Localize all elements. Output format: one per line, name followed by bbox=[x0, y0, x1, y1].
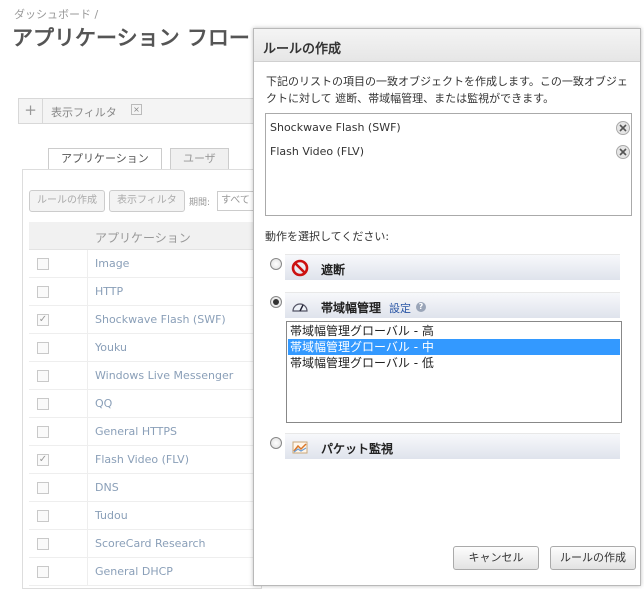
application-name[interactable]: General HTTPS bbox=[95, 425, 177, 438]
bandwidth-option[interactable]: 帯域幅管理 設定 ? bbox=[285, 292, 620, 318]
application-name[interactable]: Flash Video (FLV) bbox=[95, 453, 189, 466]
help-icon[interactable]: ? bbox=[416, 302, 426, 312]
action-prompt: 動作を選択してください: bbox=[265, 230, 390, 243]
period-label: 期間: bbox=[189, 198, 211, 208]
bandwidth-object-listbox[interactable]: 帯域幅管理グローバル - 高 帯域幅管理グローバル - 中 帯域幅管理グローバル… bbox=[286, 321, 622, 423]
table-row[interactable]: ✓ Shockwave Flash (SWF) bbox=[29, 306, 263, 334]
bandwidth-option-low[interactable]: 帯域幅管理グローバル - 低 bbox=[288, 355, 620, 371]
block-icon bbox=[291, 259, 309, 277]
create-rule-button[interactable]: ルールの作成 bbox=[550, 546, 636, 570]
application-name[interactable]: Tudou bbox=[95, 509, 128, 522]
column-divider bbox=[87, 446, 88, 473]
row-checkbox[interactable] bbox=[37, 286, 49, 298]
match-object-item: Flash Video (FLV) bbox=[270, 145, 364, 158]
column-divider bbox=[87, 474, 88, 501]
column-divider bbox=[87, 306, 88, 333]
show-filter-button[interactable]: 表示フィルタ bbox=[109, 190, 185, 212]
row-checkbox[interactable] bbox=[37, 538, 49, 550]
row-checkbox[interactable] bbox=[37, 342, 49, 354]
column-divider bbox=[87, 362, 88, 389]
create-rule-button-bg[interactable]: ルールの作成 bbox=[29, 190, 105, 212]
gauge-icon bbox=[292, 303, 308, 312]
row-checkbox[interactable] bbox=[37, 510, 49, 522]
create-rule-dialog: ルールの作成 下記のリストの項目の一致オブジェクトを作成します。この一致オブジェ… bbox=[253, 28, 641, 586]
clear-filter-icon[interactable]: × bbox=[131, 104, 142, 115]
column-divider bbox=[87, 418, 88, 445]
dialog-description: 下記のリストの項目の一致オブジェクトを作成します。この一致オブジェクトに対して … bbox=[266, 75, 628, 105]
table-row[interactable]: Windows Live Messenger bbox=[29, 362, 263, 390]
row-checkbox[interactable]: ✓ bbox=[37, 314, 49, 326]
bandwidth-option-medium[interactable]: 帯域幅管理グローバル - 中 bbox=[288, 339, 620, 355]
column-divider bbox=[87, 278, 88, 305]
table-row[interactable]: HTTP bbox=[29, 278, 263, 306]
column-divider bbox=[87, 250, 88, 277]
application-name[interactable]: Image bbox=[95, 257, 129, 270]
bandwidth-radio[interactable] bbox=[270, 296, 282, 308]
monitor-radio[interactable] bbox=[270, 437, 282, 449]
tab-applications[interactable]: アプリケーション bbox=[48, 148, 162, 171]
remove-icon[interactable] bbox=[616, 121, 630, 135]
filter-label: 表示フィルタ bbox=[51, 106, 117, 119]
table-row[interactable]: ✓ Flash Video (FLV) bbox=[29, 446, 263, 474]
table-row[interactable]: General HTTPS bbox=[29, 418, 263, 446]
dialog-header[interactable]: ルールの作成 bbox=[254, 29, 640, 62]
packet-monitor-option[interactable]: パケット監視 bbox=[285, 433, 620, 459]
column-header-label: アプリケーション bbox=[95, 231, 191, 245]
row-checkbox[interactable]: ✓ bbox=[37, 454, 49, 466]
column-divider bbox=[87, 334, 88, 361]
application-rows: Image HTTP ✓ Shockwave Flash (SWF) Youku Wind… bbox=[29, 250, 263, 586]
bandwidth-label: 帯域幅管理 bbox=[321, 301, 382, 315]
application-list-panel: ルールの作成 表示フィルタ 期間: すべて アプリケーション Image HTTP… bbox=[22, 169, 263, 589]
chart-icon bbox=[292, 441, 308, 454]
row-checkbox[interactable] bbox=[37, 258, 49, 270]
period-select[interactable]: すべて bbox=[217, 191, 257, 211]
tab-users[interactable]: ユーザ bbox=[170, 148, 229, 170]
application-name[interactable]: DNS bbox=[95, 481, 119, 494]
dialog-title: ルールの作成 bbox=[263, 42, 342, 57]
row-checkbox[interactable] bbox=[37, 482, 49, 494]
column-divider bbox=[87, 390, 88, 417]
remove-icon[interactable] bbox=[616, 145, 630, 159]
block-option[interactable]: 遮断 bbox=[285, 254, 620, 280]
packet-monitor-label: パケット監視 bbox=[321, 442, 394, 456]
bandwidth-settings-link[interactable]: 設定 bbox=[389, 300, 411, 316]
block-radio[interactable] bbox=[270, 258, 282, 270]
add-filter-button[interactable]: + bbox=[19, 99, 43, 123]
table-row[interactable]: Image bbox=[29, 250, 263, 278]
breadcrumb[interactable]: ダッシュボード / bbox=[14, 6, 98, 22]
row-checkbox[interactable] bbox=[37, 370, 49, 382]
table-row[interactable]: QQ bbox=[29, 390, 263, 418]
match-object-item: Shockwave Flash (SWF) bbox=[270, 121, 401, 134]
block-label: 遮断 bbox=[321, 263, 346, 277]
application-name[interactable]: ScoreCard Research bbox=[95, 537, 206, 550]
table-row[interactable]: DNS bbox=[29, 474, 263, 502]
column-divider bbox=[87, 558, 88, 585]
table-row[interactable]: General DHCP bbox=[29, 558, 263, 586]
table-row[interactable]: Youku bbox=[29, 334, 263, 362]
application-name[interactable]: General DHCP bbox=[95, 565, 173, 578]
table-row[interactable]: Tudou bbox=[29, 502, 263, 530]
table-row[interactable]: ScoreCard Research bbox=[29, 530, 263, 558]
column-divider bbox=[87, 530, 88, 557]
row-checkbox[interactable] bbox=[37, 398, 49, 410]
column-divider bbox=[87, 502, 88, 529]
application-name[interactable]: HTTP bbox=[95, 285, 123, 298]
filter-bar: + 表示フィルタ × bbox=[18, 98, 258, 124]
match-object-list: Shockwave Flash (SWF) Flash Video (FLV) bbox=[265, 113, 632, 216]
row-checkbox[interactable] bbox=[37, 566, 49, 578]
page-title: アプリケーション フロー bbox=[12, 26, 250, 50]
row-checkbox[interactable] bbox=[37, 426, 49, 438]
column-header[interactable]: アプリケーション bbox=[29, 222, 263, 250]
bandwidth-option-high[interactable]: 帯域幅管理グローバル - 高 bbox=[288, 323, 620, 339]
application-name[interactable]: Shockwave Flash (SWF) bbox=[95, 313, 226, 326]
application-name[interactable]: Youku bbox=[95, 341, 127, 354]
application-name[interactable]: QQ bbox=[95, 397, 112, 410]
cancel-button[interactable]: キャンセル bbox=[453, 546, 539, 570]
application-name[interactable]: Windows Live Messenger bbox=[95, 369, 233, 382]
